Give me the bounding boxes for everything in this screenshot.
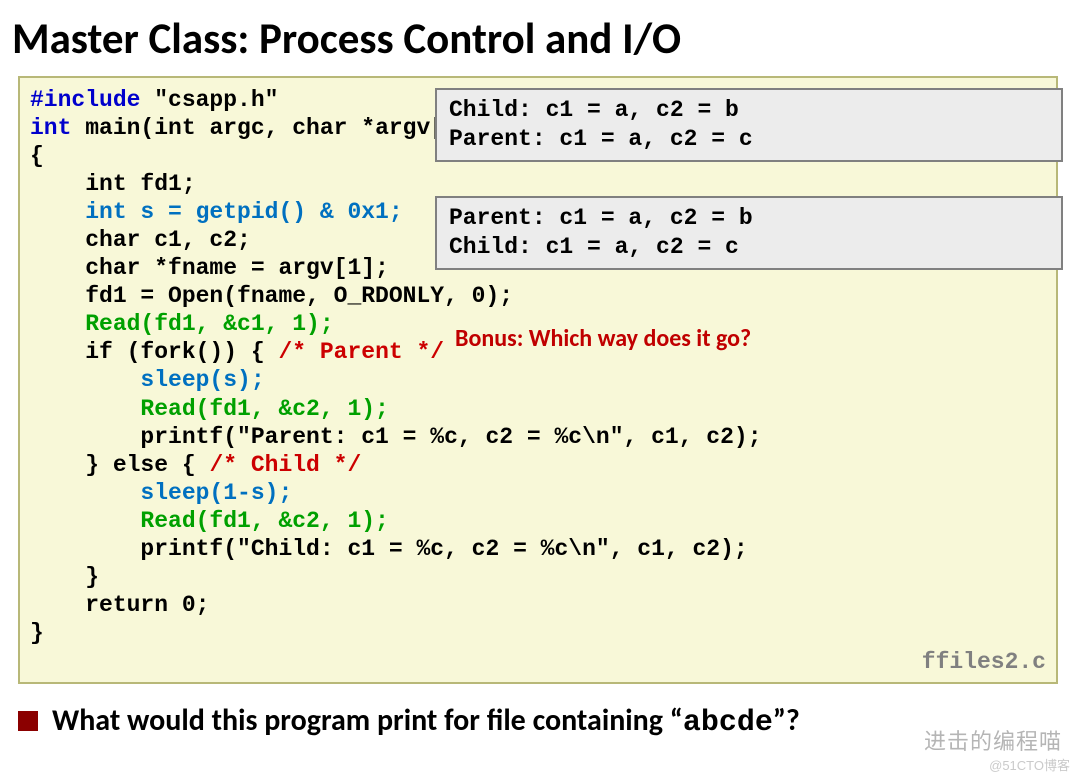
output-line: Child: c1 = a, c2 = c bbox=[449, 234, 739, 260]
code-line: { bbox=[30, 143, 44, 169]
code-line: char c1, c2; bbox=[30, 227, 251, 253]
question-post: ”? bbox=[773, 702, 800, 739]
question-row: What would this program print for file c… bbox=[18, 702, 800, 740]
code-line: sleep(1-s); bbox=[30, 480, 292, 506]
question-pre: What would this program print for file c… bbox=[52, 702, 683, 739]
output-line: Parent: c1 = a, c2 = b bbox=[449, 205, 753, 231]
output-line: Parent: c1 = a, c2 = c bbox=[449, 126, 753, 152]
code-listing: #include "csapp.h" int main(int argc, ch… bbox=[18, 76, 1058, 684]
code-line: Read(fd1, &c2, 1); bbox=[30, 396, 389, 422]
bullet-icon bbox=[18, 711, 38, 731]
code-line: char *fname = argv[1]; bbox=[30, 255, 389, 281]
code-line: } bbox=[30, 564, 99, 590]
slide-title: Master Class: Process Control and I/O bbox=[0, 0, 1080, 65]
code-line: } bbox=[30, 620, 44, 646]
code-line: int fd1; bbox=[30, 171, 196, 197]
filename-label: ffiles2.c bbox=[922, 648, 1046, 676]
code-line: fd1 = Open(fname, O_RDONLY, 0); bbox=[30, 283, 513, 309]
output-line: Child: c1 = a, c2 = b bbox=[449, 97, 739, 123]
watermark-text-2: @51CTO博客 bbox=[989, 755, 1070, 774]
code-comment: /* Child */ bbox=[209, 452, 361, 478]
output-box-2: Parent: c1 = a, c2 = b Child: c1 = a, c2… bbox=[435, 196, 1063, 270]
bonus-question: Bonus: Which way does it go? bbox=[455, 324, 751, 353]
question-mono: abcde bbox=[683, 706, 773, 740]
watermark-text: 进击的编程喵 bbox=[924, 724, 1062, 756]
code-token: #include bbox=[30, 87, 140, 113]
question-text: What would this program print for file c… bbox=[52, 702, 800, 740]
code-line: return 0; bbox=[30, 592, 209, 618]
code-line: Read(fd1, &c1, 1); bbox=[30, 311, 334, 337]
code-line: int s = getpid() & 0x1; bbox=[30, 199, 403, 225]
code-line: sleep(s); bbox=[30, 367, 265, 393]
code-line: printf("Parent: c1 = %c, c2 = %c\n", c1,… bbox=[30, 424, 762, 450]
code-line: Read(fd1, &c2, 1); bbox=[30, 508, 389, 534]
code-token: if (fork()) { bbox=[30, 339, 278, 365]
code-token: } else { bbox=[30, 452, 209, 478]
code-token: main(int argc, char *argv[]) bbox=[71, 115, 471, 141]
code-token: int bbox=[30, 115, 71, 141]
code-line: printf("Child: c1 = %c, c2 = %c\n", c1, … bbox=[30, 536, 748, 562]
output-box-1: Child: c1 = a, c2 = b Parent: c1 = a, c2… bbox=[435, 88, 1063, 162]
code-comment: /* Parent */ bbox=[278, 339, 444, 365]
code-token: "csapp.h" bbox=[140, 87, 278, 113]
